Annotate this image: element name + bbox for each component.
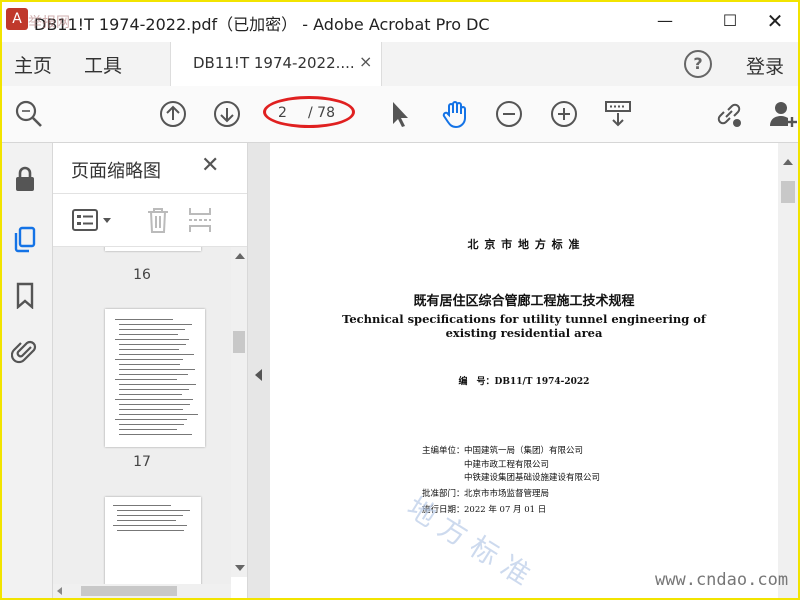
- window-frame: [0, 0, 800, 600]
